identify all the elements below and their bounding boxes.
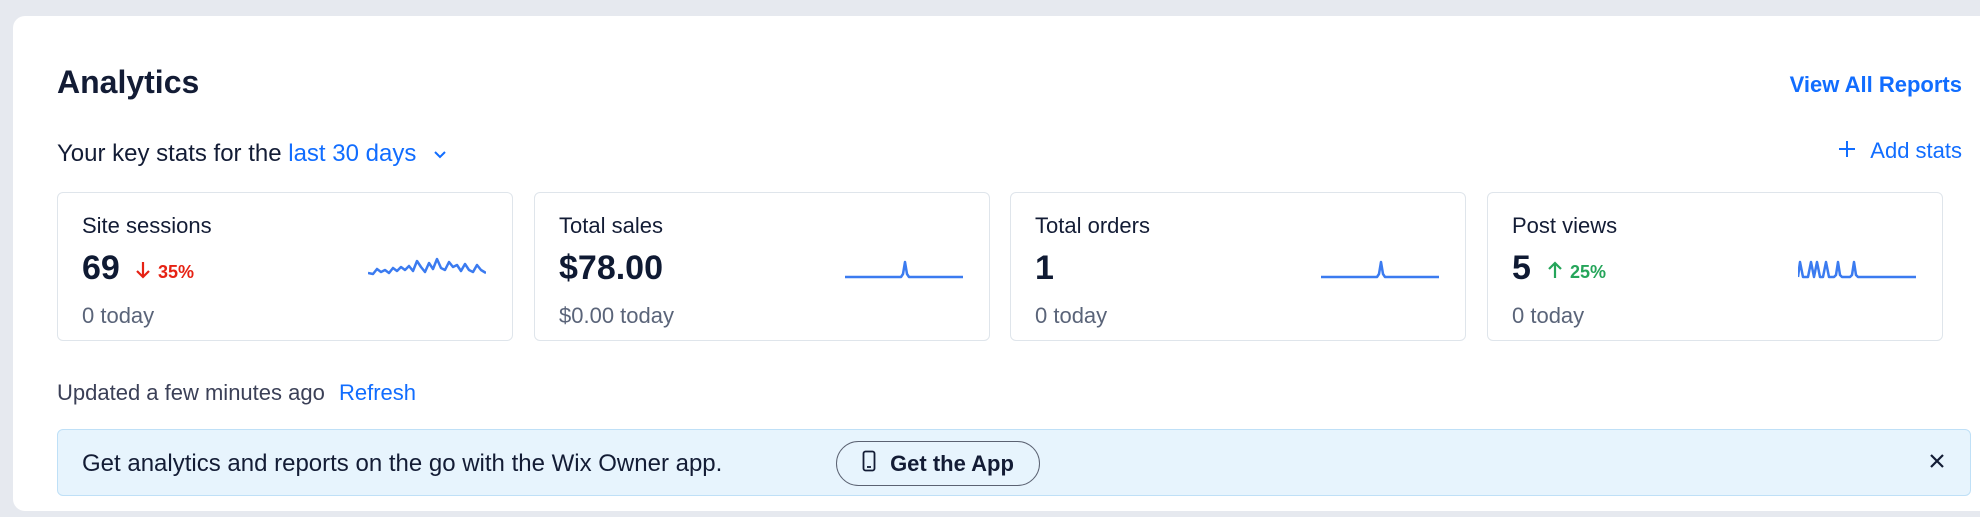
stat-card-post-views[interactable]: Post views 5 25% 0 today (1487, 192, 1943, 341)
stats-range-prefix: Your key stats for the (57, 140, 282, 167)
stat-today: 0 today (1512, 303, 1585, 328)
plus-icon (1838, 138, 1856, 164)
trend-value: 35% (158, 262, 195, 282)
phone-icon (862, 450, 876, 478)
stat-value: 1 (1035, 249, 1054, 287)
trend-value: 25% (1570, 262, 1607, 282)
sparkline-chart (845, 260, 963, 279)
stat-label: Post views (1512, 213, 1618, 238)
sparkline-chart (368, 257, 486, 276)
get-the-app-label: Get the App (890, 450, 1014, 476)
stat-card-total-sales[interactable]: Total sales $78.00 $0.00 today (534, 192, 990, 341)
analytics-panel: Analytics View All Reports Your key stat… (13, 16, 1980, 511)
stat-today: $0.00 today (559, 303, 674, 328)
sparkline-chart (1798, 260, 1916, 279)
stat-value: $78.00 (559, 249, 663, 287)
add-stats-button[interactable]: Add stats (1838, 138, 1962, 164)
date-range-dropdown[interactable]: last 30 days (288, 140, 416, 167)
updated-status: Updated a few minutes ago Refresh (57, 380, 416, 406)
stat-label: Total sales (559, 213, 663, 238)
stat-value: 69 (82, 249, 120, 287)
get-the-app-button[interactable]: Get the App (836, 441, 1040, 486)
arrow-down-icon (136, 261, 150, 284)
arrow-up-icon (1548, 261, 1562, 284)
close-icon[interactable] (1928, 452, 1946, 475)
banner-message: Get analytics and reports on the go with… (82, 450, 723, 477)
view-all-reports-link[interactable]: View All Reports (1790, 72, 1962, 98)
trend-badge: 25% (1548, 261, 1606, 284)
get-app-banner: Get analytics and reports on the go with… (57, 429, 1971, 496)
stat-card-site-sessions[interactable]: Site sessions 69 35% 0 today (57, 192, 513, 341)
stat-today: 0 today (82, 303, 155, 328)
stat-value: 5 (1512, 249, 1531, 287)
stat-label: Site sessions (82, 213, 212, 238)
stat-card-total-orders[interactable]: Total orders 1 0 today (1010, 192, 1466, 341)
updated-text: Updated a few minutes ago (57, 380, 325, 405)
trend-badge: 35% (136, 261, 194, 284)
stats-range-line: Your key stats for the last 30 days (57, 140, 447, 168)
add-stats-label: Add stats (1870, 138, 1962, 163)
sparkline-chart (1321, 260, 1439, 279)
stat-label: Total orders (1035, 213, 1150, 238)
chevron-down-icon[interactable] (433, 139, 447, 167)
stats-cards: Site sessions 69 35% 0 today Total sales… (57, 192, 1971, 341)
refresh-link[interactable]: Refresh (339, 380, 416, 405)
stat-today: 0 today (1035, 303, 1108, 328)
page-title: Analytics (57, 64, 200, 100)
